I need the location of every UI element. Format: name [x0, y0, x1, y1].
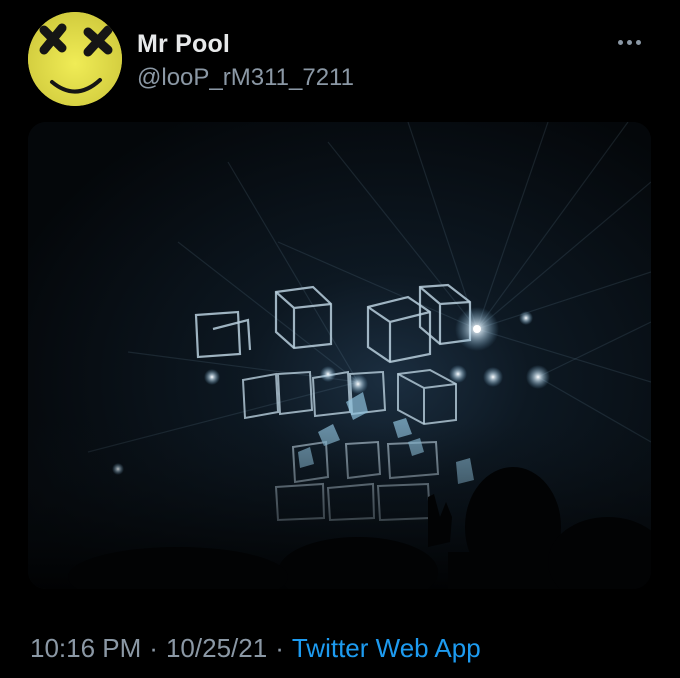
tweet-date[interactable]: 10/25/21 [166, 633, 267, 663]
separator: · [275, 633, 284, 663]
avatar[interactable] [28, 12, 122, 106]
tweet-card: Mr Pool @looP_rM311_7211 10:16 PM · 10/2… [0, 0, 680, 678]
tweet-metadata: 10:16 PM · 10/25/21 · Twitter Web App [30, 633, 481, 664]
more-horizontal-icon [617, 39, 623, 45]
separator: · [149, 633, 158, 663]
tweet-time[interactable]: 10:16 PM [30, 633, 141, 663]
username-handle[interactable]: @looP_rM311_7211 [137, 64, 354, 92]
more-options-button[interactable] [612, 32, 646, 52]
concert-stage-photo [28, 122, 651, 589]
more-horizontal-icon [626, 39, 632, 45]
yellow-face-x-eyes-icon [28, 12, 122, 106]
display-name[interactable]: Mr Pool [137, 30, 230, 59]
tweet-source-link[interactable]: Twitter Web App [292, 633, 481, 663]
tweet-photo[interactable] [28, 122, 651, 589]
more-horizontal-icon [635, 39, 641, 45]
